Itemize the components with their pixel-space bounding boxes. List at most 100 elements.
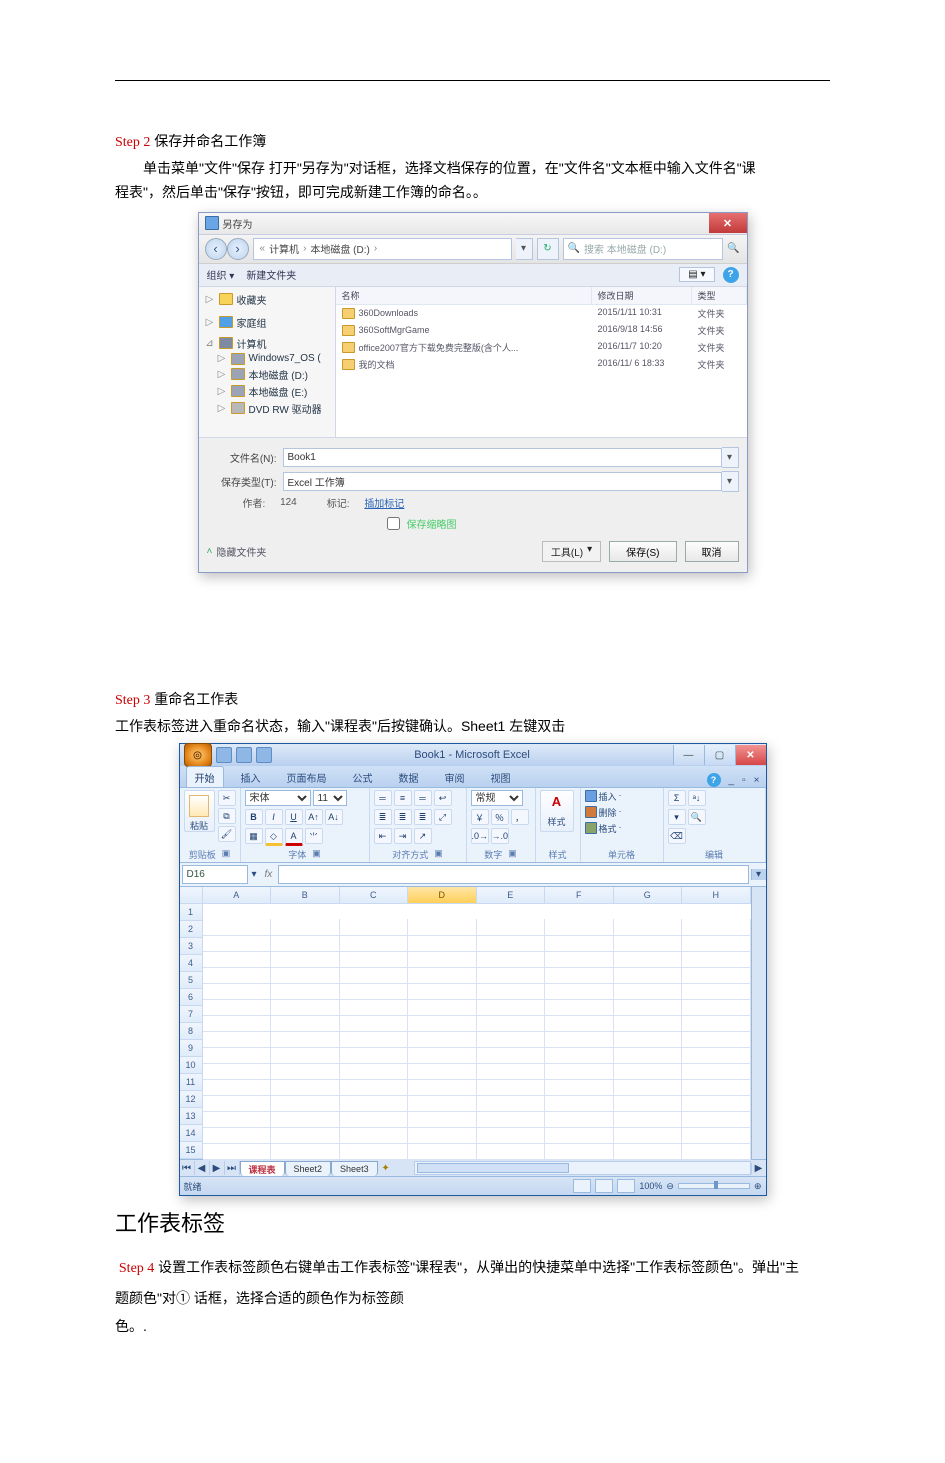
clear-button[interactable]: ⌫ [668, 828, 686, 844]
cell[interactable] [545, 935, 614, 952]
breadcrumb-seg1[interactable]: 计算机 [269, 241, 299, 256]
cell[interactable] [340, 1079, 409, 1096]
save-button[interactable]: 保存(S) [609, 541, 676, 562]
cell[interactable] [682, 1079, 751, 1096]
increase-decimal-button[interactable]: .0→ [471, 828, 489, 844]
ribbon-tab[interactable]: 页面布局 [278, 766, 336, 787]
cell[interactable] [271, 983, 340, 1000]
cell[interactable] [614, 983, 683, 1000]
nav-homegroup[interactable]: 家庭组 [237, 315, 267, 330]
launcher-icon[interactable]: ▣ [434, 848, 443, 861]
cell[interactable] [203, 983, 272, 1000]
cell[interactable] [614, 1111, 683, 1128]
align-left-button[interactable]: ≣ [374, 809, 392, 825]
cell[interactable] [545, 1015, 614, 1032]
cell[interactable] [477, 1015, 546, 1032]
cell[interactable] [614, 1095, 683, 1112]
organize-button[interactable]: 组织 ▾ [207, 267, 235, 282]
cell[interactable] [203, 951, 272, 968]
cell[interactable] [271, 1143, 340, 1160]
cell[interactable] [614, 951, 683, 968]
cell[interactable] [545, 983, 614, 1000]
cell[interactable] [271, 1031, 340, 1048]
cell[interactable] [545, 999, 614, 1016]
cell[interactable] [271, 1111, 340, 1128]
cell[interactable] [477, 1095, 546, 1112]
cell[interactable] [477, 1127, 546, 1144]
sheet-tab-3[interactable]: Sheet3 [331, 1161, 378, 1176]
cell[interactable] [614, 1031, 683, 1048]
row-header[interactable]: 4 [180, 955, 203, 972]
search-go-icon[interactable]: 🔍 [727, 243, 741, 254]
align-center-button[interactable]: ≣ [394, 809, 412, 825]
row-header[interactable]: 9 [180, 1040, 203, 1057]
cell[interactable] [408, 1015, 477, 1032]
align-top-button[interactable]: ＝ [374, 790, 392, 806]
underline-button[interactable]: U [285, 809, 303, 825]
cell[interactable] [271, 999, 340, 1016]
column-header[interactable]: B [271, 887, 340, 904]
cell[interactable] [271, 1047, 340, 1064]
cell[interactable] [271, 919, 340, 936]
filetype-select[interactable] [283, 472, 722, 491]
ribbon-close-icon[interactable]: × [754, 775, 760, 786]
help-button[interactable]: ? [723, 267, 739, 283]
cell[interactable] [545, 1095, 614, 1112]
cell[interactable] [545, 919, 614, 936]
file-row[interactable]: 我的文档2016/11/ 6 18:33文件夹 [336, 356, 747, 373]
currency-button[interactable]: ￥ [471, 809, 489, 825]
namebox-dropdown[interactable]: ▾ [250, 869, 259, 880]
cell[interactable] [614, 1047, 683, 1064]
cell[interactable] [408, 951, 477, 968]
cell[interactable] [203, 1047, 272, 1064]
phonetic-button[interactable]: ⺌ [305, 828, 323, 844]
cell[interactable] [682, 1111, 751, 1128]
view-normal-button[interactable] [573, 1179, 591, 1193]
row-header[interactable]: 5 [180, 972, 203, 989]
row-header[interactable]: 13 [180, 1108, 203, 1125]
file-row[interactable]: office2007官方下载免费完整版(含个人...2016/11/7 10:2… [336, 339, 747, 356]
column-header[interactable]: E [477, 887, 546, 904]
tools-dropdown[interactable]: 工具(L)▾ [542, 541, 601, 562]
cells-delete-button[interactable]: 删除 [599, 806, 617, 819]
cell[interactable] [477, 1111, 546, 1128]
sheet-nav-first[interactable]: ⏮ [180, 1161, 195, 1175]
nav-drive-d[interactable]: 本地磁盘 (D:) [249, 367, 308, 382]
cell[interactable] [271, 1127, 340, 1144]
ribbon-tab[interactable]: 插入 [232, 766, 270, 787]
column-header[interactable]: A [203, 887, 272, 904]
qat-save-icon[interactable] [216, 747, 232, 763]
row-header[interactable]: 15 [180, 1142, 203, 1159]
col-date[interactable]: 修改日期 [592, 287, 692, 304]
decrease-decimal-button[interactable]: →.0 [491, 828, 509, 844]
cell[interactable] [682, 1047, 751, 1064]
fx-icon[interactable]: fx [259, 869, 279, 880]
cell[interactable] [340, 1143, 409, 1160]
vertical-scrollbar[interactable] [751, 887, 766, 1159]
view-break-button[interactable] [617, 1179, 635, 1193]
filename-dropdown[interactable]: ▾ [722, 447, 739, 468]
cell[interactable] [408, 1047, 477, 1064]
indent-dec-button[interactable]: ⇤ [374, 828, 392, 844]
cell[interactable] [408, 1079, 477, 1096]
align-bottom-button[interactable]: ＝ [414, 790, 432, 806]
cell[interactable] [545, 1063, 614, 1080]
formatpainter-icon[interactable]: 🖌 [218, 826, 236, 842]
cell[interactable] [682, 983, 751, 1000]
cell[interactable] [340, 983, 409, 1000]
cell[interactable] [682, 1015, 751, 1032]
launcher-icon[interactable]: ▣ [312, 848, 321, 861]
launcher-icon[interactable]: ▣ [508, 848, 517, 861]
cell[interactable] [203, 935, 272, 952]
cell[interactable] [614, 1143, 683, 1160]
cell[interactable] [408, 935, 477, 952]
cell[interactable] [614, 1079, 683, 1096]
row-header[interactable]: 6 [180, 989, 203, 1006]
cell[interactable] [477, 1079, 546, 1096]
cell[interactable] [408, 1127, 477, 1144]
ribbon-tab[interactable]: 开始 [186, 766, 224, 787]
row-header[interactable]: 10 [180, 1057, 203, 1074]
cell[interactable] [340, 951, 409, 968]
cells-format-button[interactable]: 格式 [599, 822, 617, 835]
number-format-select[interactable]: 常规 [471, 790, 523, 806]
